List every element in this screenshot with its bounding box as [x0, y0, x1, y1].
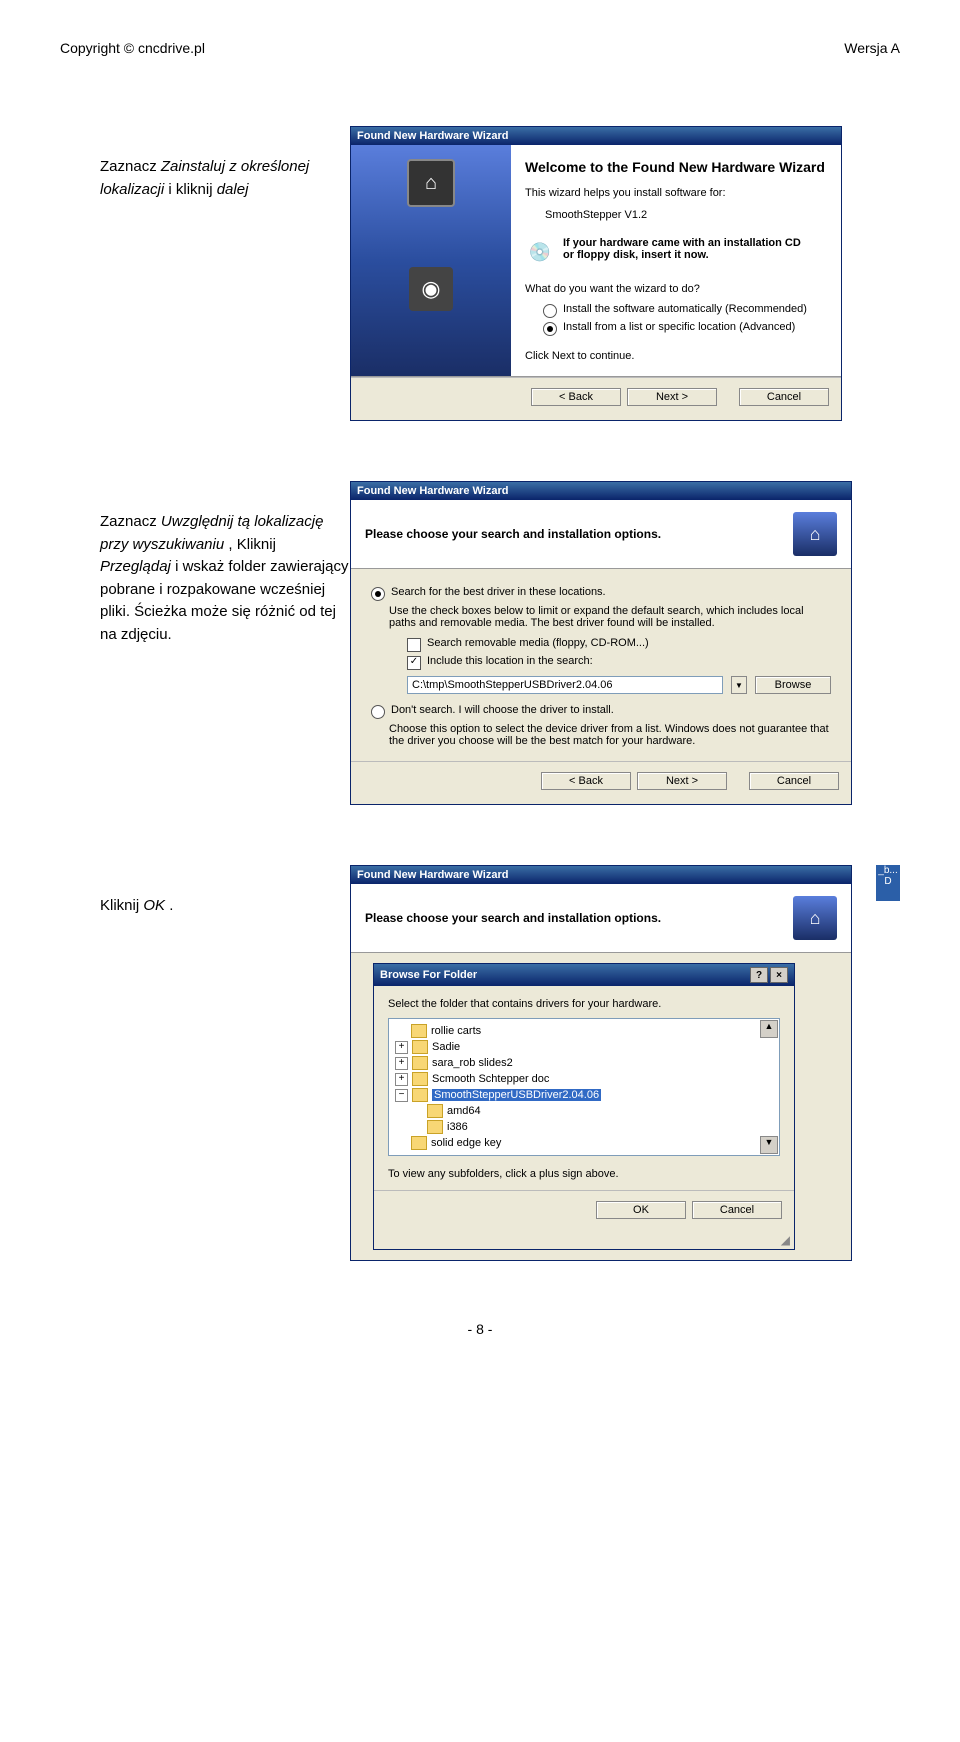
folder-solid-edge[interactable]: solid edge key — [431, 1137, 501, 1149]
wizard2-dont-help: Choose this option to select the device … — [389, 723, 831, 747]
folder-icon — [411, 1024, 427, 1038]
wizard2-window: Found New Hardware Wizard Please choose … — [350, 481, 852, 805]
wizard1-cd1: If your hardware came with an installati… — [563, 237, 801, 249]
cd-icon: ◉ — [409, 267, 453, 311]
browse-dialog-title: Browse For Folder — [380, 969, 477, 981]
expand-icon[interactable]: + — [395, 1041, 408, 1054]
radio-search-label: Search for the best driver in these loca… — [391, 586, 606, 598]
wizard1-cd2: or floppy disk, insert it now. — [563, 249, 709, 261]
browse-for-folder-dialog: Browse For Folder ? × Select the folder … — [373, 963, 795, 1250]
hardware-icon: ⌂ — [407, 159, 455, 207]
path-dropdown-arrow[interactable]: ▼ — [731, 676, 747, 694]
folder-icon — [411, 1136, 427, 1150]
instr2-text2: , Kliknij — [228, 536, 276, 553]
instr3-text1: Kliknij — [100, 897, 143, 914]
wizard1-side-art: ⌂ ◉ — [351, 145, 511, 376]
instr3-italic1: OK — [143, 897, 165, 914]
expand-icon[interactable]: + — [395, 1073, 408, 1086]
instruction-2: Zaznacz Uwzględnij tą lokalizację przy w… — [100, 511, 350, 646]
header-version: Wersja A — [844, 40, 900, 56]
wizard1-next-hint: Click Next to continue. — [525, 350, 827, 362]
radio-dont-search[interactable] — [371, 705, 385, 719]
checkbox-removable[interactable] — [407, 638, 421, 652]
folder-icon — [412, 1056, 428, 1070]
folder-icon — [412, 1040, 428, 1054]
path-input[interactable]: C:\tmp\SmoothStepperUSBDriver2.04.06 — [407, 676, 723, 694]
folder-sadie[interactable]: Sadie — [432, 1041, 460, 1053]
instr1-text2: i kliknij — [168, 181, 216, 198]
radio-auto[interactable] — [543, 304, 557, 318]
wizard2-header: Please choose your search and installati… — [365, 527, 661, 541]
wizard2-back-button[interactable]: < Back — [541, 772, 631, 790]
folder-tree[interactable]: ▲ rollie carts +Sadie +sara_rob slides2 … — [388, 1018, 780, 1156]
folder-sara[interactable]: sara_rob slides2 — [432, 1057, 513, 1069]
radio-advanced[interactable] — [543, 322, 557, 336]
wizard1-back-button[interactable]: < Back — [531, 388, 621, 406]
expand-icon[interactable]: + — [395, 1057, 408, 1070]
browse-ok-button[interactable]: OK — [596, 1201, 686, 1219]
instr2-text1: Zaznacz — [100, 513, 161, 530]
radio-dont-label: Don't search. I will choose the driver t… — [391, 704, 614, 716]
wizard3-header: Please choose your search and installati… — [365, 911, 661, 925]
wizard2-search-help: Use the check boxes below to limit or ex… — [389, 605, 831, 629]
wizard1-window: Found New Hardware Wizard ⌂ ◉ Welcome to… — [350, 126, 842, 421]
wizard1-helps: This wizard helps you install software f… — [525, 187, 827, 199]
browse-cancel-button[interactable]: Cancel — [692, 1201, 782, 1219]
instr2-italic2: Przeglądaj — [100, 558, 171, 575]
wizard2-cancel-button[interactable]: Cancel — [749, 772, 839, 790]
wizard2-titlebar: Found New Hardware Wizard — [351, 482, 851, 500]
wizard1-titlebar: Found New Hardware Wizard — [351, 127, 841, 145]
behind-window-strip: _b... D — [876, 865, 900, 901]
folder-icon — [427, 1120, 443, 1134]
behind-b: _b... — [878, 865, 897, 876]
wizard1-device: SmoothStepper V1.2 — [545, 209, 827, 221]
folder-icon — [412, 1072, 428, 1086]
instr1-text1: Zaznacz — [100, 158, 161, 175]
folder-i386[interactable]: i386 — [447, 1121, 468, 1133]
wizard1-next-button[interactable]: Next > — [627, 388, 717, 406]
hardware-badge-icon-2: ⌂ — [793, 896, 837, 940]
wizard1-cancel-button[interactable]: Cancel — [739, 388, 829, 406]
wizard3-window: Found New Hardware Wizard Please choose … — [350, 865, 852, 1261]
hardware-badge-icon: ⌂ — [793, 512, 837, 556]
folder-amd64[interactable]: amd64 — [447, 1105, 481, 1117]
page-number: - 8 - — [60, 1321, 900, 1337]
checkbox-include-location[interactable] — [407, 656, 421, 670]
instruction-1: Zaznacz Zainstaluj z określonej lokaliza… — [100, 156, 350, 201]
radio-advanced-label: Install from a list or specific location… — [563, 321, 795, 333]
folder-icon — [427, 1104, 443, 1118]
folder-icon — [412, 1088, 428, 1102]
wizard2-next-button[interactable]: Next > — [637, 772, 727, 790]
wizard1-question: What do you want the wizard to do? — [525, 283, 827, 295]
checkbox-include-label: Include this location in the search: — [427, 655, 593, 667]
folder-smoothstepper[interactable]: SmoothStepperUSBDriver2.04.06 — [432, 1089, 601, 1101]
cd-small-icon: 💿 — [525, 237, 555, 267]
radio-auto-label: Install the software automatically (Reco… — [563, 303, 807, 315]
behind-d: D — [884, 876, 891, 887]
browse-dialog-msg: Select the folder that contains drivers … — [374, 986, 794, 1014]
help-button[interactable]: ? — [750, 967, 768, 983]
browse-button[interactable]: Browse — [755, 676, 831, 694]
instr3-text2: . — [169, 897, 173, 914]
close-button[interactable]: × — [770, 967, 788, 983]
folder-scmooth[interactable]: Scmooth Schtepper doc — [432, 1073, 549, 1085]
collapse-icon[interactable]: − — [395, 1089, 408, 1102]
resize-grip-icon[interactable]: ◢ — [374, 1233, 794, 1249]
instr1-italic2: dalej — [217, 181, 249, 198]
scroll-up-button[interactable]: ▲ — [760, 1020, 778, 1038]
wizard1-welcome: Welcome to the Found New Hardware Wizard — [525, 159, 827, 175]
wizard3-titlebar: Found New Hardware Wizard — [351, 866, 851, 884]
radio-search-locations[interactable] — [371, 587, 385, 601]
checkbox-removable-label: Search removable media (floppy, CD-ROM..… — [427, 637, 649, 649]
header-copyright: Copyright © cncdrive.pl — [60, 40, 205, 56]
scroll-down-button[interactable]: ▼ — [760, 1136, 778, 1154]
subfolder-hint: To view any subfolders, click a plus sig… — [374, 1166, 794, 1190]
instruction-3: Kliknij OK . — [100, 895, 350, 918]
folder-rollie[interactable]: rollie carts — [431, 1025, 481, 1037]
